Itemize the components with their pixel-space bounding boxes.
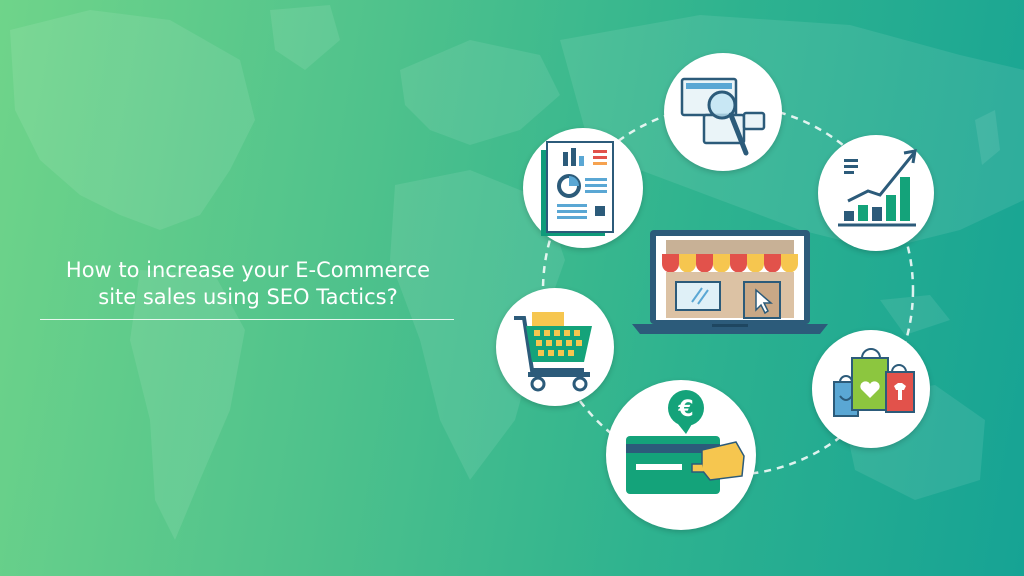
seo-banner: How to increase your E-Commerce site sal… bbox=[0, 0, 1024, 576]
shopping-cart-icon bbox=[496, 288, 614, 406]
card-payment-icon: € bbox=[606, 380, 756, 530]
shopping-bags-icon bbox=[812, 330, 930, 448]
title-line-2: site sales using SEO Tactics? bbox=[98, 285, 398, 309]
page-title: How to increase your E-Commerce site sal… bbox=[30, 257, 466, 311]
title-line-1: How to increase your E-Commerce bbox=[65, 258, 431, 282]
growth-chart-icon bbox=[818, 135, 934, 251]
storefront-laptop-icon bbox=[632, 230, 828, 334]
euro-symbol: € bbox=[677, 397, 693, 422]
search-analysis-icon bbox=[664, 53, 782, 171]
title-underline bbox=[40, 319, 454, 320]
report-document-icon bbox=[523, 128, 643, 248]
